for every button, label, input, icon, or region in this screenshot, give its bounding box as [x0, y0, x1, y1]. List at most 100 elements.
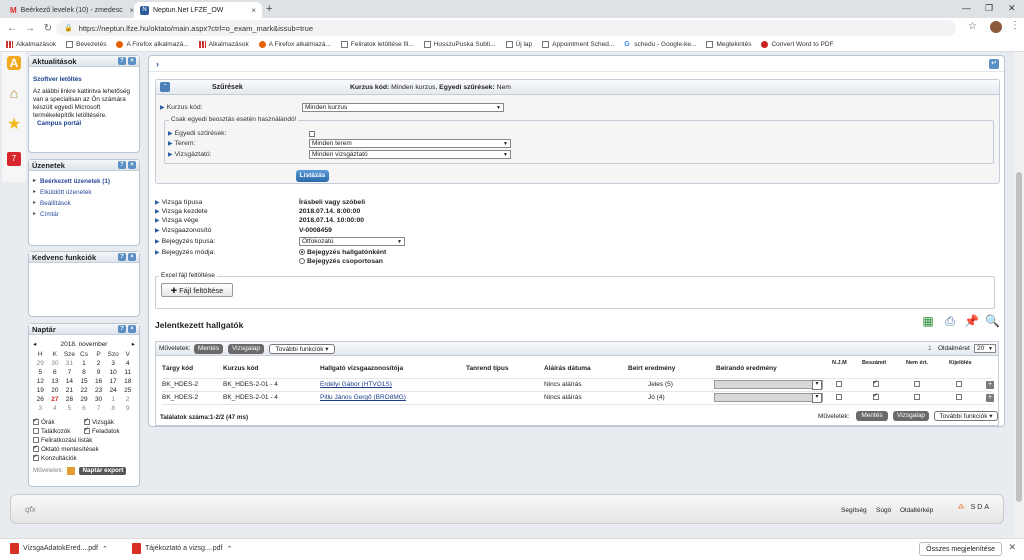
calendar-day[interactable]: 19 — [33, 387, 48, 395]
column-header[interactable]: Tanrend típus — [466, 365, 509, 372]
filter-checkbox[interactable] — [33, 453, 39, 462]
calendar-day[interactable]: 12 — [33, 378, 48, 386]
kijeloles-checkbox[interactable] — [956, 394, 962, 400]
calendar-filter[interactable]: Feliratkozási listák — [33, 436, 135, 445]
calendar-day[interactable]: 30 — [91, 396, 106, 404]
scrollbar-thumb[interactable] — [1016, 172, 1022, 502]
column-header[interactable]: Kurzus kód — [223, 365, 258, 372]
column-header[interactable]: Beírandó eredmény — [716, 365, 777, 372]
calendar-day[interactable]: 24 — [106, 387, 121, 395]
bookmark-item[interactable]: A Firefox alkalmazá... — [116, 41, 189, 48]
calendar-day[interactable]: 11 — [120, 369, 135, 377]
calendar-filter[interactable]: Találkozók — [33, 427, 84, 436]
bookmark-star-icon[interactable]: ☆ — [968, 21, 977, 32]
calendar-day[interactable]: 21 — [62, 387, 77, 395]
calendar-day[interactable]: 5 — [33, 369, 48, 377]
panel-close-icon[interactable]: × — [128, 253, 136, 261]
mode-option-individual[interactable]: Bejegyzés hallgatónként — [299, 249, 386, 256]
exam-sheet-button[interactable]: Vizsgalap — [228, 344, 264, 354]
panel-help-icon[interactable]: ? — [118, 253, 126, 261]
next-month-icon[interactable]: ▸ — [132, 341, 135, 349]
beszamit-checkbox[interactable] — [873, 392, 879, 400]
calendar-filter[interactable]: Vizsgák — [84, 417, 135, 427]
profile-avatar[interactable] — [990, 21, 1002, 33]
calendar-export-button[interactable]: Naptár export — [79, 467, 127, 475]
file-upload-button[interactable]: ✚ Fájl feltöltése — [161, 283, 233, 297]
calendar-day[interactable]: 9 — [91, 369, 106, 377]
calendar-day[interactable]: 8 — [77, 369, 92, 377]
back-corner-icon[interactable]: ↵ — [989, 59, 999, 69]
calendar-day[interactable]: 1 — [77, 360, 92, 368]
radio-icon[interactable] — [299, 249, 305, 256]
calendar-day[interactable]: 1 — [106, 396, 121, 404]
filter-checkbox[interactable] — [84, 417, 90, 426]
column-header[interactable]: Tárgy kód — [162, 365, 193, 372]
new-tab-button[interactable]: + — [266, 3, 272, 15]
bookmark-item[interactable]: Megtekintés — [706, 41, 751, 48]
column-header[interactable]: Aláírás dátuma — [544, 365, 591, 372]
excel-export-icon[interactable]: ▦ — [921, 314, 935, 328]
student-link[interactable]: Pitlu János Gergő (BRO8MG) — [320, 394, 406, 401]
pin-icon[interactable]: 📌 — [964, 314, 979, 328]
kurzus-select[interactable]: Minden kurzus — [302, 103, 504, 112]
prev-month-icon[interactable]: ◂ — [33, 341, 36, 349]
calendar-day[interactable]: 20 — [48, 387, 63, 395]
calendar-filter[interactable]: Feladatok — [84, 426, 135, 436]
calendar-day[interactable]: 2 — [120, 396, 135, 404]
calendar-day[interactable]: 7 — [91, 405, 106, 413]
calendar-filter[interactable]: Oktató mentesítések — [33, 444, 135, 454]
calendar-day[interactable]: 6 — [48, 369, 63, 377]
bookmark-item[interactable]: HosszuPuska Subti... — [423, 41, 496, 48]
calendar-day[interactable]: 13 — [48, 378, 63, 386]
browser-menu-icon[interactable]: ⋮ — [1010, 20, 1020, 31]
panel-help-icon[interactable]: ? — [118, 57, 126, 65]
bejegyzes-type-select[interactable]: Ötfokozatú — [299, 237, 405, 246]
minimize-icon[interactable]: — — [962, 3, 971, 13]
filter-header[interactable]: ⌃ Szűrések Kurzus kód: Minden kurzus, Eg… — [156, 80, 999, 95]
download-item[interactable]: VizsgaAdatokEred....pdf ⌃ — [10, 543, 108, 554]
calendar-day[interactable]: 16 — [91, 378, 106, 386]
calendar-day[interactable]: 5 — [62, 405, 77, 413]
calendar-day[interactable]: 17 — [106, 378, 121, 386]
calendar-day[interactable]: 3 — [106, 360, 121, 368]
download-item[interactable]: Tájékoztató a vizsg....pdf ⌃ — [132, 543, 232, 554]
collapse-icon[interactable]: ⌃ — [160, 82, 170, 92]
column-header[interactable]: Beszámít — [862, 360, 886, 366]
calendar-day[interactable]: 28 — [62, 396, 77, 404]
print-icon[interactable]: ⎙ — [943, 314, 957, 328]
calendar-day[interactable]: 29 — [77, 396, 92, 404]
page-scrollbar[interactable] — [1014, 52, 1024, 538]
calendar-day[interactable]: 4 — [48, 405, 63, 413]
forward-icon[interactable]: → — [24, 23, 36, 34]
bookmark-item[interactable]: Alkalmazások — [6, 41, 56, 48]
calendar-day[interactable]: 2 — [91, 360, 106, 368]
filter-checkbox[interactable] — [33, 428, 39, 435]
calendar-day[interactable]: 6 — [77, 405, 92, 413]
calendar-day[interactable]: 3 — [33, 405, 48, 413]
filter-checkbox[interactable] — [33, 417, 39, 426]
calendar-filter[interactable]: Konzultációk — [33, 453, 135, 463]
column-header[interactable]: Beírt eredmény — [628, 365, 675, 372]
calendar-day[interactable]: 23 — [91, 387, 106, 395]
messages-inbox-link[interactable]: ▸ Beérkezett üzenetek (1) — [33, 176, 135, 187]
news-heading[interactable]: Szoftver letöltés — [33, 76, 135, 84]
breadcrumb-arrow-icon[interactable]: › — [156, 59, 159, 69]
expand-row-icon[interactable]: + — [986, 381, 994, 389]
calendar-day[interactable]: 7 — [62, 369, 77, 377]
calendar-action-icon[interactable] — [67, 467, 76, 475]
bookmark-item[interactable]: Appointment Sched... — [542, 41, 614, 48]
panel-close-icon[interactable]: × — [128, 325, 136, 333]
njm-checkbox[interactable] — [836, 394, 842, 400]
calendar-day[interactable]: 30 — [48, 360, 63, 368]
calendar-day[interactable]: 31 — [62, 360, 77, 368]
calendar-day[interactable]: 8 — [106, 405, 121, 413]
window-close-icon[interactable]: ✕ — [1008, 3, 1016, 14]
chevron-up-icon[interactable]: ⌃ — [226, 545, 232, 553]
help-link[interactable]: Segítség — [841, 507, 867, 514]
exam-sheet-button-bottom[interactable]: Vizsgalap — [893, 411, 929, 421]
student-link[interactable]: Erdélyi Gábor (HTVO1S) — [320, 381, 392, 388]
bookmark-item[interactable]: Gschedu - Google-ke... — [624, 41, 696, 48]
more-functions-button[interactable]: További funkciók ▾ — [269, 344, 335, 354]
panel-help-icon[interactable]: ? — [118, 325, 126, 333]
aktualitasok-icon[interactable]: A — [7, 56, 21, 70]
